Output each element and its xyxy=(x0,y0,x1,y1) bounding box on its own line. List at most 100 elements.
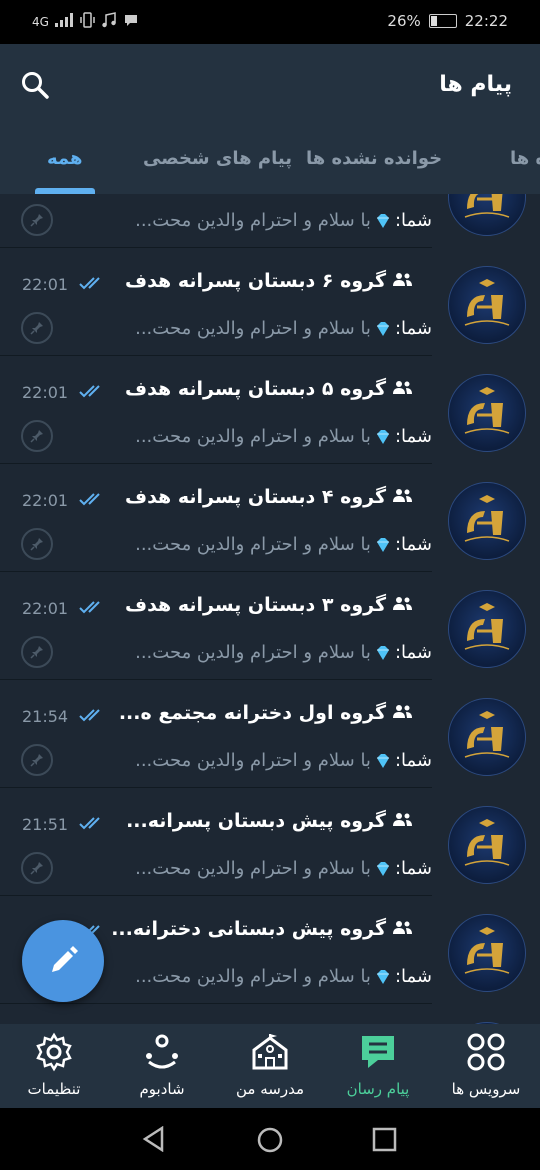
tab-all[interactable]: همه xyxy=(47,148,82,169)
chat-preview: شما: با سلام و احترام والدین محت... xyxy=(135,318,432,339)
chat-list: شما: با سلام و احترام والدین محت... گروه… xyxy=(0,194,540,1024)
status-bar: 4G 26% 22:22 xyxy=(0,0,540,44)
chat-time: 21:54 xyxy=(22,707,69,726)
chat-row[interactable]: گروه اول دخترانه مجتمع ه... 21:54 شما: ب… xyxy=(0,680,540,788)
preview-text: با سلام و احترام والدین محت... xyxy=(135,318,371,339)
pin-icon[interactable] xyxy=(21,312,53,344)
search-icon[interactable] xyxy=(20,70,50,100)
shadboom-icon xyxy=(146,1034,178,1069)
group-icon xyxy=(392,486,414,508)
group-icon xyxy=(392,810,414,832)
chat-preview: شما: با سلام و احترام والدین محت... xyxy=(135,966,432,987)
nav-label: تنظیمات xyxy=(27,1080,81,1098)
chat-name: گروه پیش دبستان پسرانه... xyxy=(126,810,414,832)
group-icon xyxy=(392,378,414,400)
preview-text: با سلام و احترام والدین محت... xyxy=(135,642,371,663)
sender-label: شما: xyxy=(394,210,432,231)
nav-settings[interactable]: تنظیمات xyxy=(0,1032,108,1098)
read-ticks-icon xyxy=(78,275,108,295)
back-icon[interactable] xyxy=(142,1126,166,1152)
bottom-nav: سرویس ها پیام رسان مدرسه من شادبوم تنظیم… xyxy=(0,1024,540,1108)
group-icon xyxy=(392,270,414,292)
vibrate-icon xyxy=(79,12,95,31)
grid-icon xyxy=(467,1033,505,1071)
diamond-icon xyxy=(373,535,393,555)
nav-shadboom[interactable]: شادبوم xyxy=(108,1032,216,1098)
avatar xyxy=(448,806,526,884)
compose-button[interactable] xyxy=(22,920,104,1002)
sender-label: شما: xyxy=(394,858,432,879)
diamond-icon xyxy=(373,319,393,339)
chat-row[interactable]: گروه ۴ دبستان پسرانه هدف 22:01 شما: با س… xyxy=(0,464,540,572)
chat-preview: شما: با سلام و احترام والدین محت... xyxy=(135,210,432,231)
chat-time: 21:51 xyxy=(22,815,69,834)
system-nav-bar xyxy=(0,1108,540,1170)
chat-time: 22:01 xyxy=(22,275,69,294)
diamond-icon xyxy=(373,751,393,771)
group-icon xyxy=(392,918,414,940)
chat-name: گروه ۵ دبستان پسرانه هدف xyxy=(125,378,414,400)
chat-row[interactable]: گروه ۵ دبستان پسرانه هدف 22:01 شما: با س… xyxy=(0,356,540,464)
chat-name: گروه ۴ دبستان پسرانه هدف xyxy=(125,486,414,508)
chat-preview: شما: با سلام و احترام والدین محت... xyxy=(135,858,432,879)
nav-services[interactable]: سرویس ها xyxy=(432,1032,540,1098)
app-bar: پیام ها xyxy=(0,44,540,128)
pencil-icon xyxy=(52,946,78,972)
group-icon xyxy=(392,702,414,724)
diamond-icon xyxy=(373,859,393,879)
recents-icon[interactable] xyxy=(372,1127,398,1153)
chat-preview: شما: با سلام و احترام والدین محت... xyxy=(135,642,432,663)
nav-label: شادبوم xyxy=(139,1080,185,1098)
diamond-icon xyxy=(373,211,393,231)
sender-label: شما: xyxy=(394,750,432,771)
page-title: پیام ها xyxy=(439,72,512,97)
preview-text: با سلام و احترام والدین محت... xyxy=(135,858,371,879)
sender-label: شما: xyxy=(394,318,432,339)
avatar xyxy=(448,374,526,452)
pin-icon[interactable] xyxy=(21,420,53,452)
chat-row[interactable] xyxy=(0,1004,540,1024)
pin-icon[interactable] xyxy=(21,852,53,884)
chat-name: گروه ۶ دبستان پسرانه هدف xyxy=(125,270,414,292)
avatar xyxy=(448,590,526,668)
status-right: 26% 22:22 xyxy=(387,12,508,30)
chat-name: گروه ۳ دبستان پسرانه هدف xyxy=(125,594,414,616)
pin-icon[interactable] xyxy=(21,636,53,668)
school-icon xyxy=(252,1034,288,1070)
preview-text: با سلام و احترام والدین محت... xyxy=(135,750,371,771)
chat-row[interactable]: گروه ۶ دبستان پسرانه هدف 22:01 شما: با س… xyxy=(0,248,540,356)
read-ticks-icon xyxy=(78,707,108,727)
tab-groups[interactable]: گروه ها xyxy=(510,148,540,169)
diamond-icon xyxy=(373,967,393,987)
preview-text: با سلام و احترام والدین محت... xyxy=(135,426,371,447)
chat-row[interactable]: شما: با سلام و احترام والدین محت... xyxy=(0,194,540,248)
home-icon[interactable] xyxy=(256,1126,284,1154)
chat-row[interactable]: گروه پیش دبستان پسرانه... 21:51 شما: با … xyxy=(0,788,540,896)
preview-text: با سلام و احترام والدین محت... xyxy=(135,210,371,231)
signal-icon xyxy=(54,13,73,30)
battery-icon xyxy=(428,14,457,28)
nav-my-school[interactable]: مدرسه من xyxy=(216,1032,324,1098)
read-ticks-icon xyxy=(78,815,108,835)
chat-preview: شما: با سلام و احترام والدین محت... xyxy=(135,750,432,771)
sender-label: شما: xyxy=(394,426,432,447)
tab-unread[interactable]: خوانده نشده ها xyxy=(306,148,442,169)
diamond-icon xyxy=(373,643,393,663)
chat-row[interactable]: گروه ۳ دبستان پسرانه هدف 22:01 شما: با س… xyxy=(0,572,540,680)
nav-messenger[interactable]: پیام رسان xyxy=(324,1032,432,1098)
pin-icon[interactable] xyxy=(21,528,53,560)
nav-label: مدرسه من xyxy=(236,1080,304,1098)
preview-text: با سلام و احترام والدین محت... xyxy=(135,534,371,555)
avatar xyxy=(448,194,526,236)
read-ticks-icon xyxy=(78,491,108,511)
pin-icon[interactable] xyxy=(21,744,53,776)
battery-percent: 26% xyxy=(387,12,421,30)
nav-label: سرویس ها xyxy=(451,1080,521,1098)
filter-tabs: همه پیام های شخصی خوانده نشده ها گروه ها xyxy=(0,128,540,194)
chat-name: گروه اول دخترانه مجتمع ه... xyxy=(119,702,414,724)
sender-label: شما: xyxy=(394,534,432,555)
clock: 22:22 xyxy=(464,12,508,30)
pin-icon[interactable] xyxy=(21,204,53,236)
tab-personal[interactable]: پیام های شخصی xyxy=(143,148,292,169)
sender-label: شما: xyxy=(394,642,432,663)
